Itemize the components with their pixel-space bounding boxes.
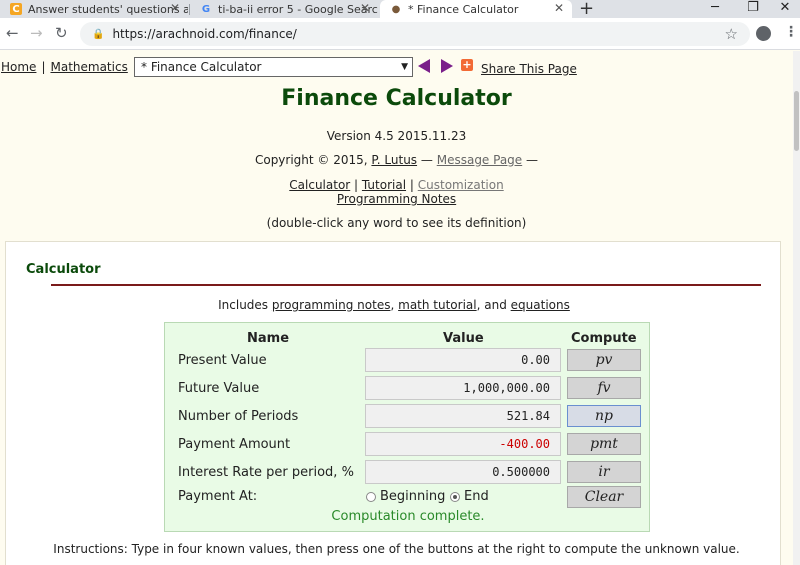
- value-column-header: Value: [443, 331, 484, 346]
- chegg-icon: C: [10, 3, 22, 15]
- future-value-label: Future Value: [178, 381, 260, 396]
- customization-link[interactable]: Customization: [418, 178, 504, 192]
- instructions-text: Instructions: Type in four known values,…: [53, 542, 740, 556]
- vertical-scrollbar[interactable]: [793, 51, 800, 565]
- tab-title: * Finance Calculator: [408, 2, 519, 16]
- programming-notes-link[interactable]: programming notes: [272, 298, 391, 312]
- author-link[interactable]: P. Lutus: [371, 153, 417, 167]
- forward-button[interactable]: →: [30, 24, 43, 42]
- payment-end-option[interactable]: End: [450, 489, 489, 504]
- includes-text: Includes: [218, 298, 269, 312]
- includes-line: Includes programming notes, math tutoria…: [6, 298, 782, 312]
- number-of-periods-label: Number of Periods: [178, 409, 299, 424]
- doc-links-2: Programming Notes: [0, 192, 793, 206]
- menu-icon[interactable]: ⋮: [784, 24, 798, 40]
- link-separator: |: [409, 178, 414, 192]
- page-title: Finance Calculator: [281, 86, 512, 111]
- radio-end-label: End: [464, 489, 489, 504]
- payment-amount-label: Payment Amount: [178, 437, 291, 452]
- section-title: Calculator: [26, 262, 101, 277]
- number-of-periods-input[interactable]: 521.84: [365, 404, 561, 428]
- programming-notes-link[interactable]: Programming Notes: [337, 192, 456, 206]
- google-icon: G: [201, 3, 211, 15]
- copyright-line: Copyright © 2015, P. Lutus — Message Pag…: [0, 153, 793, 167]
- tutorial-link[interactable]: Tutorial: [362, 178, 406, 192]
- url-text: https://arachnoid.com/finance/: [112, 27, 297, 41]
- next-page-arrow-icon[interactable]: [441, 59, 453, 73]
- radio-beginning-label: Beginning: [380, 489, 446, 504]
- page-content: Home | Mathematics | * Finance Calculato…: [0, 51, 793, 565]
- status-message: Computation complete.: [331, 509, 485, 524]
- previous-page-arrow-icon[interactable]: [418, 59, 430, 73]
- page-select-dropdown[interactable]: * Finance Calculator ▼: [134, 57, 413, 77]
- share-page-link[interactable]: Share This Page: [481, 62, 577, 76]
- finance-calculator-form: Name Value Compute Present Value 0.00 pv…: [164, 322, 650, 532]
- message-page-link[interactable]: Message Page: [437, 153, 522, 167]
- payment-at-label: Payment At:: [178, 489, 258, 504]
- compute-column-header: Compute: [571, 331, 637, 346]
- lock-icon: 🔒: [92, 28, 105, 40]
- tab-finance-calculator[interactable]: ● * Finance Calculator ✕: [380, 0, 572, 18]
- address-toolbar: ← → ↻ 🔒 https://arachnoid.com/finance/ ☆…: [0, 18, 800, 50]
- scrollbar-thumb[interactable]: [794, 91, 799, 151]
- share-plus-icon[interactable]: +: [461, 59, 473, 71]
- compute-np-button[interactable]: np: [567, 405, 641, 427]
- equations-link[interactable]: equations: [511, 298, 570, 312]
- future-value-input[interactable]: 1,000,000.00: [365, 376, 561, 400]
- dash: —: [526, 153, 539, 167]
- mathematics-link[interactable]: Mathematics: [50, 60, 127, 74]
- tab-google-search[interactable]: G ti-ba-ii error 5 - Google Search ✕: [190, 0, 378, 18]
- new-tab-button[interactable]: +: [579, 0, 594, 19]
- calculator-link[interactable]: Calculator: [289, 178, 350, 192]
- close-icon[interactable]: ✕: [360, 1, 370, 15]
- bookmark-star-icon[interactable]: ☆: [725, 25, 738, 43]
- math-tutorial-link[interactable]: math tutorial: [398, 298, 476, 312]
- nav-separator: |: [41, 60, 46, 74]
- compute-fv-button[interactable]: fv: [567, 377, 641, 399]
- payment-beginning-option[interactable]: Beginning: [366, 489, 445, 504]
- arachnoid-icon: ●: [391, 3, 401, 15]
- window-close-button[interactable]: ✕: [762, 0, 800, 18]
- compute-pv-button[interactable]: pv: [567, 349, 641, 371]
- browser-tab-bar: C Answer students' questions and ✕ G ti-…: [0, 0, 800, 19]
- payment-amount-input[interactable]: -400.00: [365, 432, 561, 456]
- name-column-header: Name: [247, 331, 290, 346]
- doc-links: Calculator | Tutorial | Customization: [0, 178, 793, 192]
- tab-title: Answer students' questions and: [28, 2, 188, 16]
- definition-hint: (double-click any word to see its defini…: [266, 216, 527, 230]
- present-value-label: Present Value: [178, 353, 267, 368]
- tab-chegg[interactable]: C Answer students' questions and ✕: [0, 0, 188, 18]
- section-divider: [51, 284, 761, 286]
- radio-beginning[interactable]: [366, 491, 376, 502]
- close-icon[interactable]: ✕: [554, 1, 564, 15]
- home-link[interactable]: Home: [1, 60, 36, 74]
- top-navigation: Home | Mathematics |: [1, 60, 142, 74]
- calculator-panel: Calculator Includes programming notes, m…: [5, 241, 781, 565]
- link-separator: |: [354, 178, 359, 192]
- tab-title: ti-ba-ii error 5 - Google Search: [218, 2, 378, 16]
- back-button[interactable]: ←: [6, 24, 19, 42]
- copyright-text: Copyright © 2015,: [254, 153, 368, 167]
- page-select-value: * Finance Calculator: [141, 60, 262, 74]
- radio-end[interactable]: [450, 491, 460, 502]
- dash: —: [420, 153, 433, 167]
- present-value-input[interactable]: 0.00: [365, 348, 561, 372]
- compute-ir-button[interactable]: ir: [567, 461, 641, 483]
- reload-button[interactable]: ↻: [55, 24, 68, 42]
- interest-rate-label: Interest Rate per period, %: [178, 465, 354, 480]
- clear-button[interactable]: Clear: [567, 486, 641, 508]
- and-text: , and: [476, 298, 507, 312]
- version-text: Version 4.5 2015.11.23: [326, 129, 467, 143]
- comma: ,: [390, 298, 395, 312]
- close-icon[interactable]: ✕: [170, 1, 180, 15]
- dropdown-arrow-icon: ▼: [401, 62, 408, 72]
- account-icon[interactable]: [756, 26, 771, 41]
- interest-rate-input[interactable]: 0.500000: [365, 460, 561, 484]
- url-bar[interactable]: 🔒 https://arachnoid.com/finance/ ☆: [80, 22, 750, 46]
- compute-pmt-button[interactable]: pmt: [567, 433, 641, 455]
